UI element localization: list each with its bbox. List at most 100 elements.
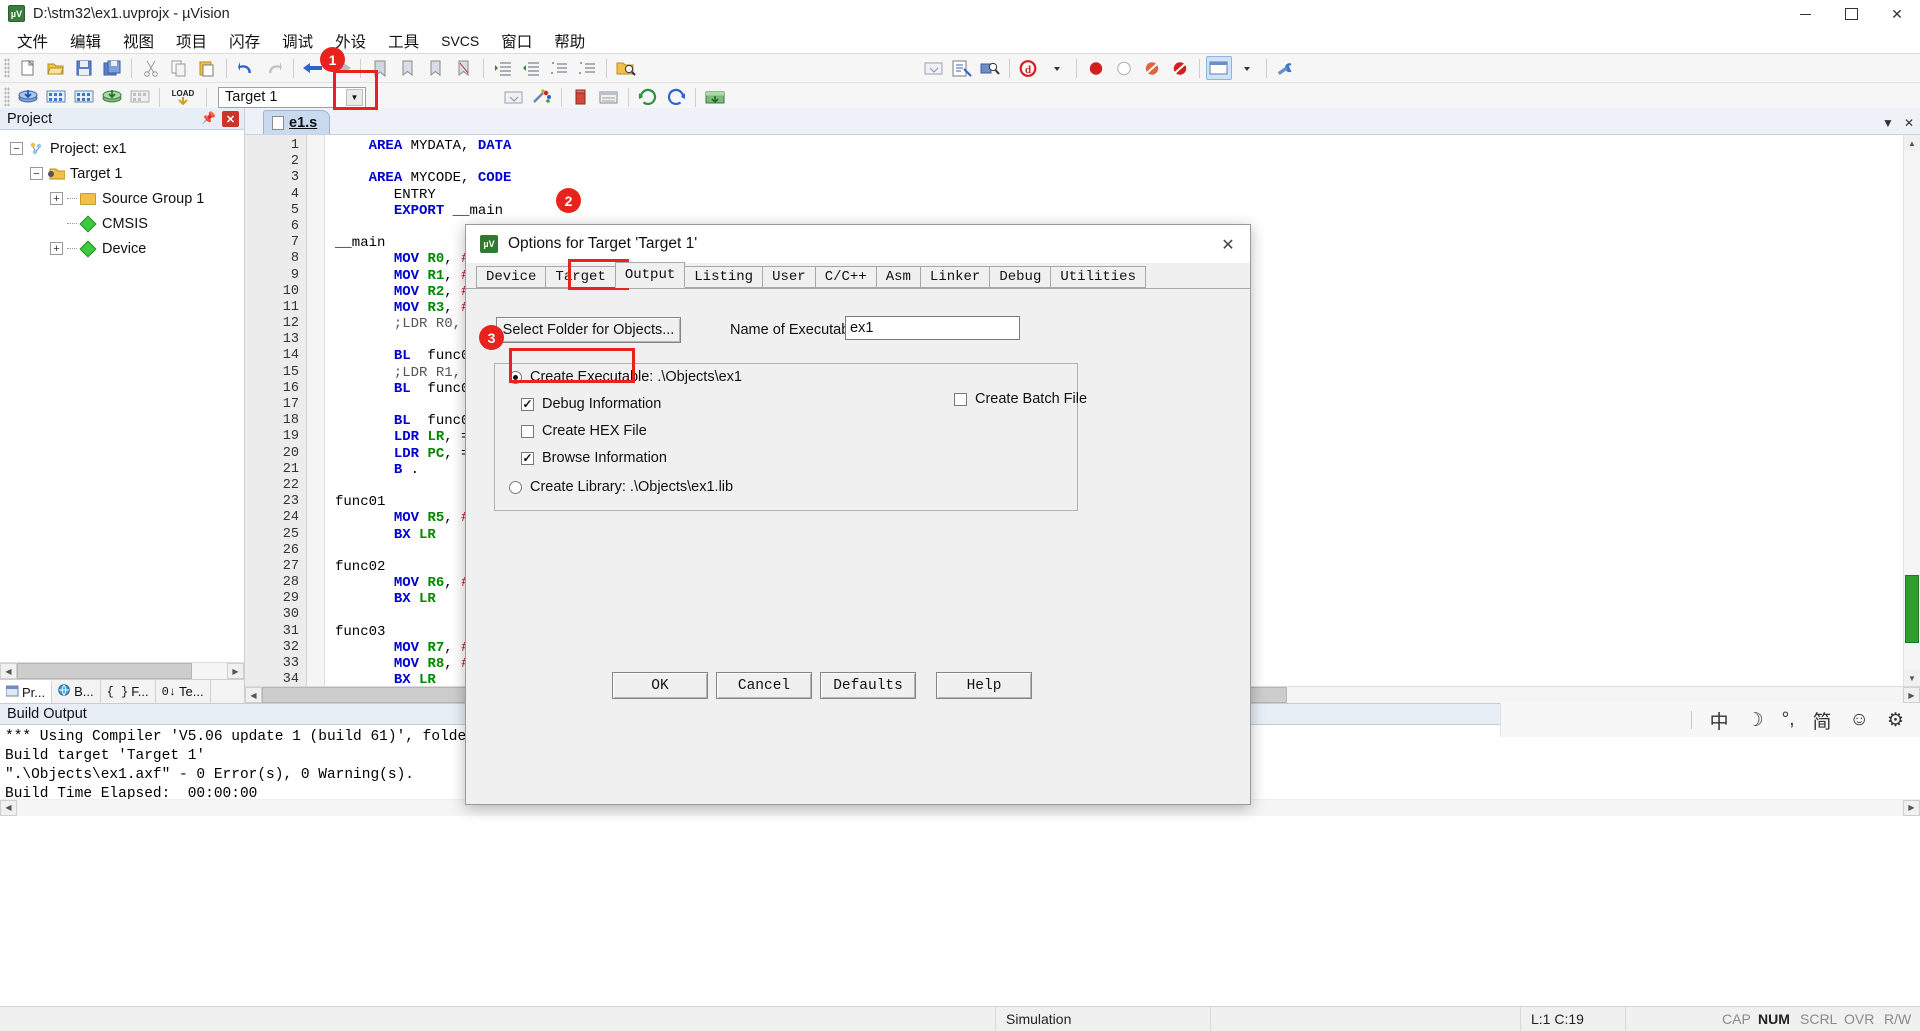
- build-icon[interactable]: [43, 85, 69, 109]
- project-tab-books[interactable]: B...: [52, 679, 101, 704]
- debug-information-row[interactable]: ✓ Debug Information: [521, 396, 661, 412]
- outdent-icon[interactable]: [518, 56, 544, 80]
- configuration-wizard-icon[interactable]: [949, 56, 975, 80]
- tab-utilities[interactable]: Utilities: [1050, 266, 1146, 288]
- tab-debug[interactable]: Debug: [989, 266, 1052, 288]
- comment-icon[interactable]: [546, 56, 572, 80]
- kill-all-breakpoints-icon[interactable]: [1167, 56, 1193, 80]
- code-line[interactable]: AREA MYDATA, DATA: [335, 138, 1920, 154]
- tree-node-target[interactable]: − Target 1: [6, 161, 244, 186]
- scroll-left-icon[interactable]: ◀: [0, 799, 17, 816]
- debug-information-checkbox[interactable]: ✓: [521, 397, 534, 411]
- insert-window-icon[interactable]: [921, 56, 947, 80]
- menu-item-project[interactable]: 项目: [165, 27, 218, 55]
- find-icon[interactable]: [977, 56, 1003, 80]
- tree-node-cmsis[interactable]: CMSIS: [6, 211, 244, 236]
- create-batch-file-checkbox[interactable]: [954, 392, 967, 406]
- tab-linker[interactable]: Linker: [919, 266, 991, 288]
- create-executable-radio[interactable]: [509, 370, 522, 384]
- ime-chinese-icon[interactable]: 中: [1710, 707, 1729, 734]
- select-folder-for-objects-button[interactable]: Select Folder for Objects...: [496, 317, 681, 343]
- ime-moon-icon[interactable]: ☽: [1747, 709, 1764, 732]
- window-layout-dropdown-icon[interactable]: [1234, 56, 1260, 80]
- scroll-left-icon[interactable]: ◀: [245, 687, 262, 703]
- menu-item-file[interactable]: 文件: [6, 27, 59, 55]
- manage-project-items-icon[interactable]: [596, 85, 622, 109]
- save-all-icon[interactable]: [99, 56, 125, 80]
- ime-settings-icon[interactable]: ⚙: [1887, 709, 1904, 732]
- open-file-icon[interactable]: [43, 56, 69, 80]
- tab-output[interactable]: Output: [614, 262, 686, 288]
- editor-tab-e1s[interactable]: e1.s: [263, 110, 331, 134]
- ok-button[interactable]: OK: [612, 672, 708, 699]
- code-line[interactable]: AREA MYCODE, CODE: [335, 170, 1920, 186]
- restore-window-icon[interactable]: ▼: [1882, 116, 1894, 130]
- indent-icon[interactable]: [490, 56, 516, 80]
- save-icon[interactable]: [71, 56, 97, 80]
- project-tab-templates[interactable]: 0↓ Te...: [156, 679, 211, 704]
- editor-vscrollbar[interactable]: ▲ ▼: [1903, 135, 1920, 686]
- expander-icon[interactable]: −: [10, 142, 23, 155]
- create-library-radio-row[interactable]: Create Library: .\Objects\ex1.lib: [509, 479, 733, 495]
- stop-build-icon[interactable]: [127, 85, 153, 109]
- scroll-left-icon[interactable]: ◀: [0, 663, 17, 679]
- dialog-close-button[interactable]: ✕: [1216, 234, 1240, 256]
- close-window-icon[interactable]: ✕: [1904, 116, 1914, 130]
- chevron-down-icon[interactable]: ▼: [346, 88, 363, 106]
- close-icon[interactable]: ✕: [222, 111, 239, 127]
- scroll-down-icon[interactable]: ▼: [1904, 670, 1920, 686]
- toolbar-grip[interactable]: [4, 87, 10, 107]
- menu-item-view[interactable]: 视图: [112, 27, 165, 55]
- expander-icon[interactable]: −: [30, 167, 43, 180]
- disable-breakpoint-icon[interactable]: [1111, 56, 1137, 80]
- scroll-thumb[interactable]: [17, 663, 192, 679]
- cut-icon[interactable]: [138, 56, 164, 80]
- project-hscrollbar[interactable]: ◀ ▶: [0, 662, 244, 679]
- download-icon[interactable]: LOAD: [166, 85, 200, 109]
- close-button[interactable]: ✕: [1874, 0, 1920, 28]
- create-batch-file-row[interactable]: Create Batch File: [954, 391, 1087, 407]
- expander-icon[interactable]: +: [50, 192, 63, 205]
- copy-icon[interactable]: [166, 56, 192, 80]
- scroll-thumb[interactable]: [1905, 575, 1919, 643]
- browse-information-row[interactable]: ✓ Browse Information: [521, 450, 667, 466]
- debug-icon[interactable]: d: [1016, 56, 1042, 80]
- scroll-track[interactable]: [17, 663, 227, 679]
- scroll-up-icon[interactable]: ▲: [1904, 135, 1920, 151]
- settings-wrench-icon[interactable]: [1273, 56, 1299, 80]
- uncomment-icon[interactable]: [574, 56, 600, 80]
- minimize-button[interactable]: [1782, 0, 1828, 28]
- manage-components-icon[interactable]: [568, 85, 594, 109]
- project-tab-project[interactable]: Pr...: [0, 679, 53, 704]
- batch-build-icon[interactable]: [99, 85, 125, 109]
- ime-simplified-icon[interactable]: 简: [1813, 707, 1832, 734]
- tree-node-project[interactable]: − Project: ex1: [6, 136, 244, 161]
- bookmark-clear-icon[interactable]: [451, 56, 477, 80]
- window-layout-icon[interactable]: [1206, 56, 1232, 80]
- tab-asm[interactable]: Asm: [875, 266, 921, 288]
- scroll-right-icon[interactable]: ▶: [1903, 687, 1920, 703]
- breakpoint-icon[interactable]: [1083, 56, 1109, 80]
- svn-commit-icon[interactable]: [663, 85, 689, 109]
- cancel-button[interactable]: Cancel: [716, 672, 812, 699]
- scroll-right-icon[interactable]: ▶: [227, 663, 244, 679]
- bookmark-toggle-icon[interactable]: [367, 56, 393, 80]
- defaults-button[interactable]: Defaults: [820, 672, 916, 699]
- help-button[interactable]: Help: [936, 672, 1032, 699]
- create-executable-radio-row[interactable]: Create Executable: .\Objects\ex1: [509, 369, 742, 385]
- menu-item-svcs[interactable]: SVCS: [430, 30, 490, 52]
- target-options-icon[interactable]: [529, 85, 555, 109]
- target-selector[interactable]: Target 1 ▼: [218, 86, 366, 108]
- target-options-window-icon[interactable]: [501, 85, 527, 109]
- scroll-right-icon[interactable]: ▶: [1903, 799, 1920, 816]
- code-line[interactable]: [335, 154, 1920, 170]
- menu-item-tools[interactable]: 工具: [377, 27, 430, 55]
- breakpoint-margin[interactable]: [307, 135, 325, 686]
- tree-node-source-group[interactable]: + Source Group 1: [6, 186, 244, 211]
- tab-device[interactable]: Device: [476, 266, 547, 288]
- redo-icon[interactable]: [261, 56, 287, 80]
- menu-item-edit[interactable]: 编辑: [59, 27, 112, 55]
- tab-listing[interactable]: Listing: [684, 266, 764, 288]
- expander-icon[interactable]: +: [50, 242, 63, 255]
- pin-icon[interactable]: 📌: [201, 111, 216, 125]
